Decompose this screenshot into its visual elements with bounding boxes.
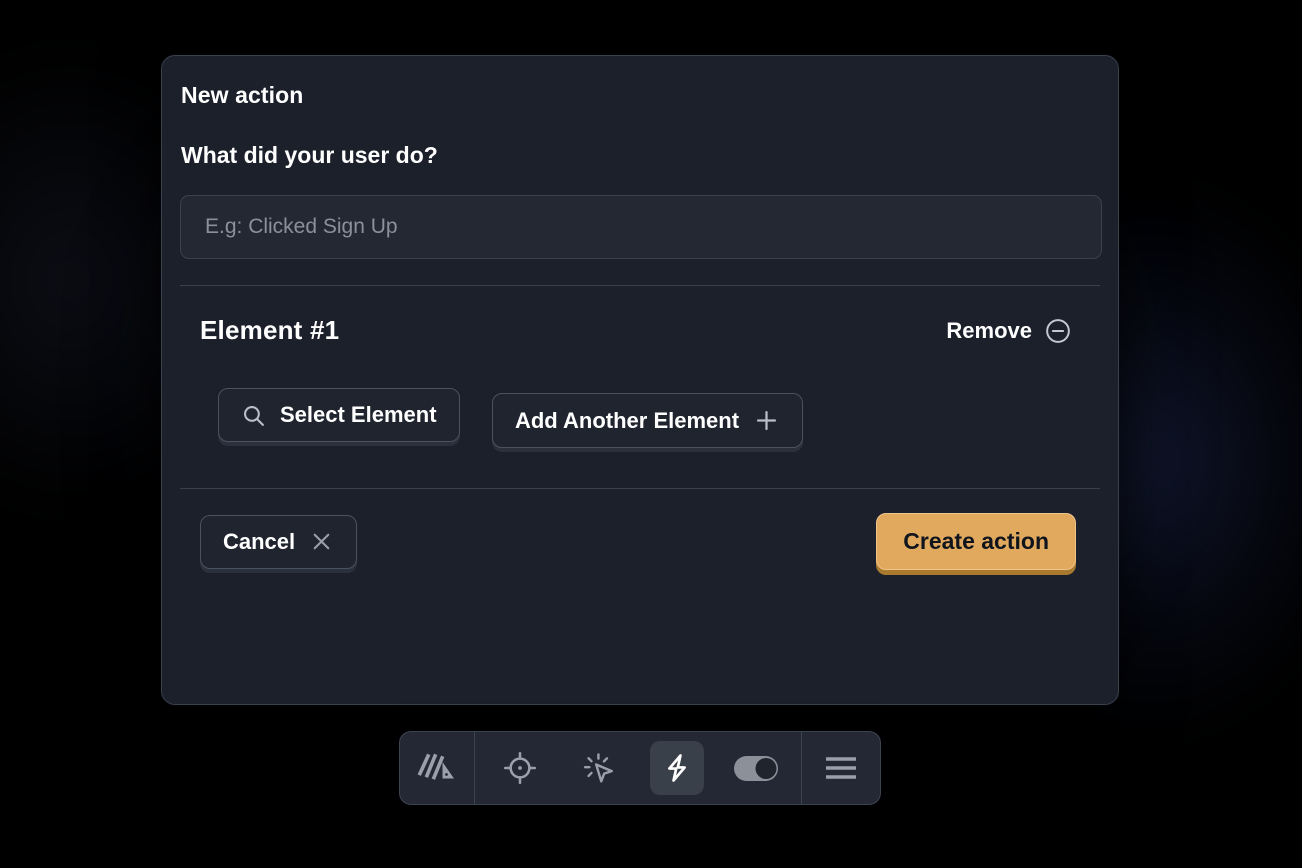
cursor-click-tool-button[interactable] <box>572 741 626 795</box>
toggle-switch-icon <box>733 755 779 782</box>
element-header: Element #1 Remove <box>190 315 1090 346</box>
action-name-input[interactable] <box>180 195 1102 259</box>
cursor-click-icon <box>582 751 616 785</box>
select-element-label: Select Element <box>280 402 437 428</box>
create-action-button[interactable]: Create action <box>876 513 1076 570</box>
toggle-switch-button[interactable] <box>729 741 783 795</box>
dialog-body: New action What did your user do? Elemen… <box>162 56 1118 570</box>
new-action-dialog: New action What did your user do? Elemen… <box>161 55 1119 705</box>
remove-element-label: Remove <box>946 318 1032 344</box>
cancel-button[interactable]: Cancel <box>200 515 357 569</box>
create-action-label: Create action <box>903 528 1049 555</box>
hamburger-menu-icon <box>824 755 858 781</box>
dialog-title: New action <box>181 82 1100 110</box>
minus-circle-icon <box>1044 317 1072 345</box>
bottom-toolbar <box>399 731 881 805</box>
target-icon <box>503 751 537 785</box>
plus-icon <box>753 407 780 434</box>
element-section: Element #1 Remove <box>180 315 1100 448</box>
toolbar-menu-button[interactable] <box>801 732 880 804</box>
brand-logo-icon <box>417 751 457 785</box>
close-icon <box>309 529 334 554</box>
remove-element-button[interactable]: Remove <box>946 317 1072 345</box>
toolbar-tools <box>475 732 801 804</box>
toolbar-brand-button[interactable] <box>400 732 475 804</box>
lightning-tool-button[interactable] <box>650 741 704 795</box>
dialog-question-label: What did your user do? <box>181 142 1100 170</box>
select-element-button[interactable]: Select Element <box>218 388 460 442</box>
element-title: Element #1 <box>200 315 339 346</box>
target-tool-button[interactable] <box>493 741 547 795</box>
lightning-bolt-icon <box>661 752 693 784</box>
dialog-footer: Cancel Create action <box>180 489 1100 570</box>
add-another-element-label: Add Another Element <box>515 408 739 434</box>
search-icon <box>241 403 266 428</box>
cancel-label: Cancel <box>223 529 295 555</box>
section-divider <box>180 285 1100 286</box>
add-another-element-button[interactable]: Add Another Element <box>492 393 803 448</box>
